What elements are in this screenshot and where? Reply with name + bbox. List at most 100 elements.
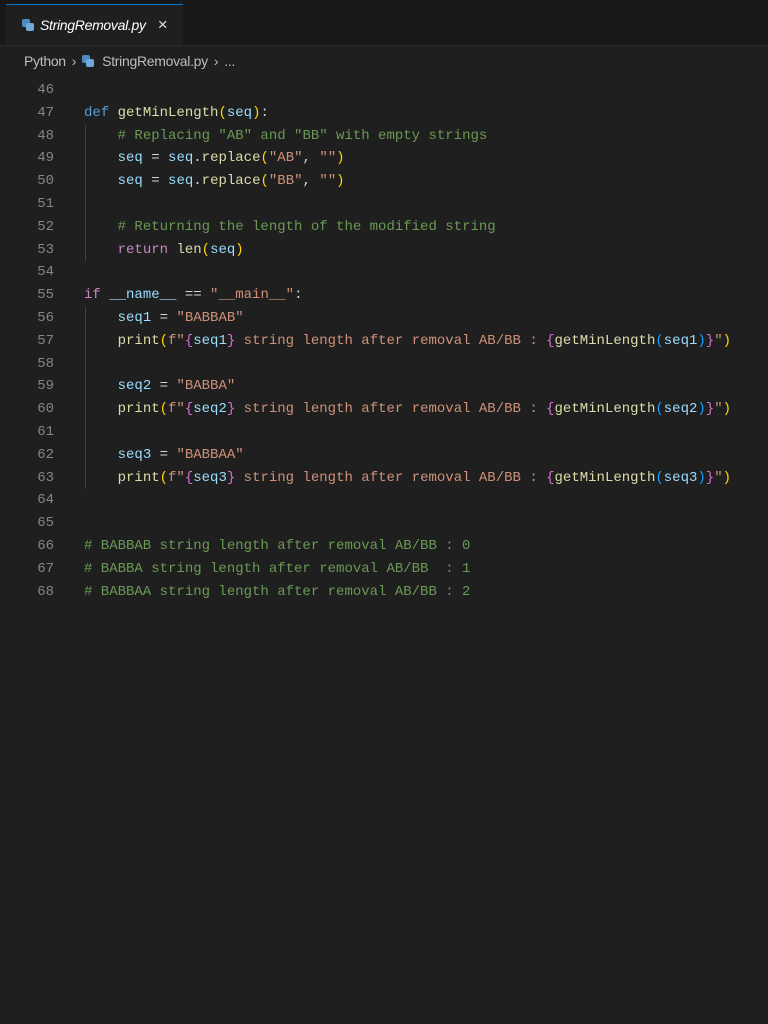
code-token: seq1 <box>663 332 698 349</box>
code-text: seq2 = "BABBA" <box>84 375 236 398</box>
code-text: seq = seq.replace("BB", "") <box>84 170 345 193</box>
code-line[interactable]: 64 <box>0 489 768 512</box>
code-line[interactable]: 48 # Replacing "AB" and "BB" with empty … <box>0 124 768 148</box>
code-token: getMinLength <box>554 401 656 418</box>
code-editor[interactable]: 46 47 def getMinLength(seq): 48 # Replacing… <box>0 79 768 603</box>
line-number: 62 <box>37 446 54 463</box>
code-line[interactable]: 60 print(f"{seq2} string length after re… <box>0 398 768 421</box>
code-text: # Returning the length of the modified s… <box>84 216 496 239</box>
code-token: # Replacing "AB" and "BB" with empty str… <box>117 127 488 144</box>
breadcrumb-python[interactable]: Python <box>24 53 66 69</box>
code-text: seq1 = "BABBAB" <box>84 307 244 330</box>
code-token: ) <box>336 173 345 190</box>
line-number: 64 <box>37 492 54 509</box>
code-token: "BABBAB" <box>176 309 244 326</box>
line-number: 57 <box>37 332 54 349</box>
code-text: # Replacing "AB" and "BB" with empty str… <box>84 125 488 148</box>
code-text: return len(seq) <box>84 239 244 262</box>
code-token: return <box>117 241 169 258</box>
code-token: { <box>546 401 555 418</box>
code-line[interactable]: 61 <box>0 420 768 444</box>
code-line[interactable]: 54 <box>0 261 768 284</box>
code-text: if __name__ == "__main__": <box>84 284 302 307</box>
code-line[interactable]: 51 <box>0 192 768 216</box>
code-token: __name__ <box>109 287 177 304</box>
code-text: # BABBA string length after removal AB/B… <box>84 558 470 581</box>
line-number: 59 <box>37 378 54 395</box>
code-token: print <box>117 332 160 349</box>
line-number: 46 <box>37 82 54 98</box>
chevron-right-icon: › <box>71 53 77 69</box>
code-token: : <box>260 104 269 121</box>
code-token: f" <box>168 469 185 486</box>
code-line[interactable]: 62 seq3 = "BABBAA" <box>0 443 768 467</box>
python-file-icon <box>82 55 95 67</box>
code-token: { <box>546 332 555 349</box>
code-text: # BABBAA string length after removal AB/… <box>84 581 470 604</box>
code-token: ( <box>218 104 227 121</box>
code-token: } <box>705 401 715 418</box>
code-token: ( <box>260 173 269 190</box>
code-token: f" <box>168 332 185 349</box>
code-line[interactable]: 58 <box>0 352 768 376</box>
close-icon[interactable]: × <box>158 15 168 35</box>
code-token: seq3 <box>193 469 227 486</box>
code-token: ) <box>336 150 345 167</box>
code-token: seq1 <box>193 332 227 349</box>
code-line[interactable]: 65 <box>0 512 768 535</box>
breadcrumb-file[interactable]: StringRemoval.py <box>102 53 208 69</box>
code-token: seq3 <box>663 469 698 486</box>
code-token: { <box>184 332 194 349</box>
code-token: "__main__" <box>210 287 295 304</box>
code-token: = <box>142 150 169 167</box>
code-text: print(f"{seq3} string length after remov… <box>84 467 731 490</box>
code-token: string length after removal AB/BB : <box>235 469 547 486</box>
code-line[interactable]: 63 print(f"{seq3} string length after re… <box>0 466 768 490</box>
line-number: 53 <box>37 241 54 258</box>
code-line[interactable]: 50 seq = seq.replace("BB", "") <box>0 170 768 193</box>
code-token: , <box>302 173 320 190</box>
code-line[interactable]: 68 # BABBAA string length after removal A… <box>0 581 768 604</box>
code-token: " <box>714 332 723 349</box>
code-token: } <box>226 469 236 486</box>
code-token: { <box>546 469 555 486</box>
code-token: replace <box>201 150 261 167</box>
breadcrumb-more[interactable]: ... <box>224 53 235 69</box>
code-line[interactable]: 57 print(f"{seq1} string length after re… <box>0 329 768 353</box>
code-token: seq2 <box>117 378 152 395</box>
code-line[interactable]: 59 seq2 = "BABBA" <box>0 375 768 399</box>
line-number: 61 <box>37 423 54 440</box>
tab-stringremoval[interactable]: StringRemoval.py × <box>6 4 183 45</box>
line-number: 54 <box>37 264 54 281</box>
code-token: ( <box>260 150 269 167</box>
code-line[interactable]: 53 return len(seq) <box>0 238 768 262</box>
code-line[interactable]: 52 # Returning the length of the modifie… <box>0 215 768 239</box>
code-token: getMinLength <box>117 104 219 121</box>
code-line[interactable]: 46 <box>0 79 768 102</box>
code-line[interactable]: 56 seq1 = "BABBAB" <box>0 306 768 330</box>
code-token: . <box>193 150 202 167</box>
chevron-right-icon: › <box>213 53 219 69</box>
line-number: 68 <box>37 583 54 600</box>
code-token: # BABBAA string length after removal AB/… <box>84 583 471 600</box>
code-token: # BABBA string length after removal AB/B… <box>84 560 471 577</box>
code-line[interactable]: 66 # BABBAB string length after removal A… <box>0 535 768 558</box>
code-line[interactable]: 49 seq = seq.replace("AB", "") <box>0 147 768 171</box>
code-line[interactable]: 67 # BABBA string length after removal AB… <box>0 558 768 581</box>
code-token: seq <box>117 150 143 167</box>
code-token: , <box>302 150 320 167</box>
code-token: "AB" <box>268 150 303 167</box>
tab-label: StringRemoval.py <box>40 17 146 33</box>
code-token: # Returning the length of the modified s… <box>117 218 496 235</box>
code-token: = <box>151 309 177 326</box>
code-line[interactable]: 47 def getMinLength(seq): <box>0 102 768 125</box>
code-line[interactable]: 55 if __name__ == "__main__": <box>0 284 768 307</box>
